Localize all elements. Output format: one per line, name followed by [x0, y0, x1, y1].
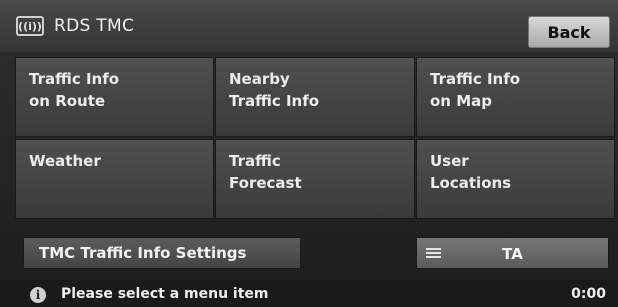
traffic-forecast-button[interactable]: Traffic Forecast — [215, 139, 415, 219]
clock: 0:00 — [571, 286, 606, 302]
status-bar: i Please select a menu item 0:00 — [0, 280, 618, 307]
user-locations-button[interactable]: User Locations — [416, 139, 615, 219]
rds-radio-icon: ((i)) — [16, 16, 44, 36]
page-title: RDS TMC — [54, 16, 135, 36]
ta-label: TA — [502, 245, 523, 263]
nearby-traffic-info-button[interactable]: Nearby Traffic Info — [215, 57, 415, 137]
tmc-settings-button[interactable]: TMC Traffic Info Settings — [23, 237, 301, 269]
traffic-info-on-map-button[interactable]: Traffic Info on Map — [416, 57, 615, 137]
menu-grid: Traffic Info on Route Nearby Traffic Inf… — [15, 57, 615, 222]
status-message: Please select a menu item — [61, 286, 269, 302]
ta-toggle-button[interactable]: TA — [416, 237, 609, 269]
rds-tmc-screen: ((i)) RDS TMC Back Traffic Info on Route… — [0, 0, 618, 307]
back-button[interactable]: Back — [528, 16, 610, 48]
info-icon: i — [30, 287, 46, 303]
weather-button[interactable]: Weather — [15, 139, 214, 219]
title-bar: ((i)) RDS TMC Back — [0, 0, 618, 52]
traffic-info-on-route-button[interactable]: Traffic Info on Route — [15, 57, 214, 137]
